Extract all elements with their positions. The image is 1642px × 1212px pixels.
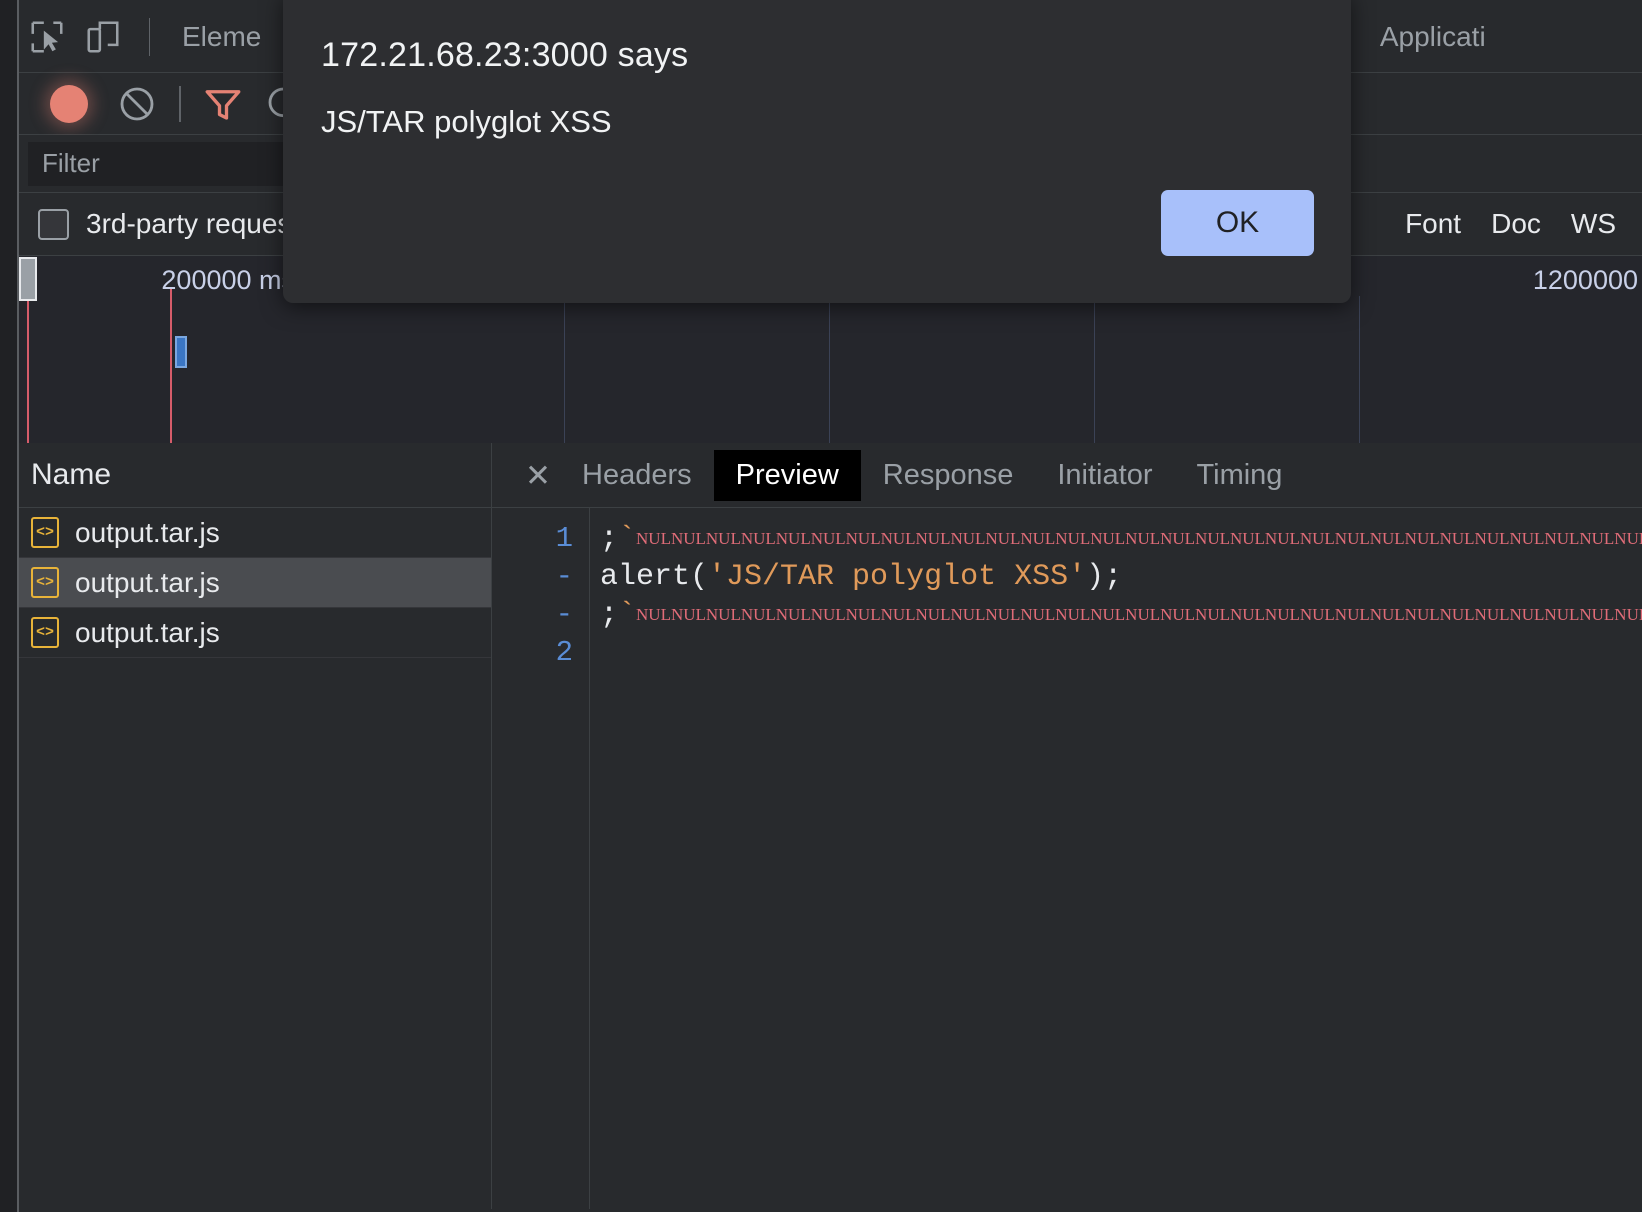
overview-gridline [564, 296, 565, 443]
overview-gridline [1359, 296, 1360, 443]
code-token-plain: alert( [600, 560, 709, 594]
tab-initiator[interactable]: Initiator [1035, 450, 1174, 501]
third-party-checkbox[interactable] [38, 208, 69, 240]
overview-gridline [1094, 296, 1095, 443]
alert-origin-text: 172.21.68.23:3000 says [321, 36, 689, 74]
clear-icon [120, 87, 154, 120]
panel-tab-application[interactable]: Applicati [1380, 21, 1486, 53]
code-token-str: 'JS/TAR polyglot XSS' [708, 560, 1087, 594]
type-filter-doc[interactable]: Doc [1491, 208, 1541, 240]
column-header-name: Name [31, 458, 112, 491]
table-row[interactable]: <> output.tar.js [19, 508, 491, 558]
line-number: - [555, 598, 573, 631]
code-line: ;`NULNULNULNULNULNULNULNULNULNULNULNULNU… [600, 596, 1642, 634]
tab-preview[interactable]: Preview [713, 449, 861, 501]
overview-time-label-right: 1200000 [1532, 265, 1638, 295]
overview-event-line [170, 289, 172, 443]
third-party-label: 3rd-party reques [86, 208, 292, 239]
code-token-plain: ; [600, 598, 619, 632]
clear-button[interactable] [109, 76, 165, 132]
left-edge-strip [0, 0, 19, 1212]
filter-button[interactable] [195, 76, 251, 132]
javascript-alert-dialog: 172.21.68.23:3000 says JS/TAR polyglot X… [283, 0, 1351, 303]
line-number: 1 [555, 522, 573, 555]
overview-event-line [27, 289, 29, 443]
ok-button[interactable]: OK [1161, 190, 1314, 256]
filter-funnel-icon [205, 89, 241, 120]
code-line: ;`NULNULNULNULNULNULNULNULNULNULNULNULNU… [600, 520, 1642, 558]
request-name: output.tar.js [75, 616, 220, 648]
overview-gridline [829, 296, 830, 443]
tab-timing[interactable]: Timing [1174, 450, 1304, 501]
alert-message-text: JS/TAR polyglot XSS [321, 104, 612, 139]
toolbar-separator [149, 18, 150, 56]
code-token-tick: ` [618, 598, 637, 632]
inspect-element-icon[interactable] [19, 9, 75, 65]
table-row[interactable]: <> output.tar.js [19, 558, 491, 608]
filter-input[interactable] [28, 141, 290, 186]
overview-request-bar [175, 336, 187, 368]
js-file-icon: <> [31, 617, 59, 648]
detail-tab-bar: ✕ Headers Preview Response Initiator Tim… [492, 443, 1642, 508]
panel-tab-elements[interactable]: Eleme [182, 21, 261, 53]
record-icon [50, 84, 88, 123]
table-row[interactable]: <> output.tar.js [19, 608, 491, 658]
devtools-window: Eleme nory Applicati [0, 0, 1642, 1212]
code-content: ;`NULNULNULNULNULNULNULNULNULNULNULNULNU… [590, 508, 1642, 1209]
type-filter-ws[interactable]: WS [1571, 208, 1616, 240]
line-number: 2 [555, 636, 573, 669]
code-token-tick: ` [618, 522, 637, 556]
code-line: alert('JS/TAR polyglot XSS'); [600, 558, 1642, 596]
device-toolbar-icon[interactable] [75, 9, 131, 65]
request-detail-pane: ✕ Headers Preview Response Initiator Tim… [492, 443, 1642, 1209]
line-number: - [555, 560, 573, 593]
preview-code-viewer[interactable]: 1 - - 2 ;`NULNULNULNULNULNULNULNULNULNUL… [492, 508, 1642, 1209]
code-token-plain: ; [600, 522, 619, 556]
js-file-icon: <> [31, 567, 59, 598]
line-number-gutter: 1 - - 2 [492, 508, 590, 1209]
resource-type-filters: Font Doc WS [1405, 208, 1642, 240]
type-filter-font[interactable]: Font [1405, 208, 1461, 240]
close-icon[interactable]: ✕ [516, 460, 560, 491]
tab-response[interactable]: Response [861, 450, 1036, 501]
code-token-nul: NULNULNULNULNULNULNULNULNULNULNULNULNULN… [636, 605, 1642, 624]
network-lower-split: Name <> output.tar.js <> output.tar.js <… [19, 443, 1642, 1209]
js-file-icon: <> [31, 517, 59, 548]
request-list-pane: Name <> output.tar.js <> output.tar.js <… [19, 443, 492, 1209]
code-token-nul: NULNULNULNULNULNULNULNULNULNULNULNULNULN… [636, 529, 1642, 548]
request-list-header: Name [19, 443, 491, 508]
overview-time-label-left: 200000 ms [161, 265, 295, 295]
request-name: output.tar.js [75, 516, 220, 548]
request-name: output.tar.js [75, 566, 220, 598]
record-button[interactable] [41, 76, 97, 132]
tab-headers[interactable]: Headers [560, 450, 714, 501]
code-token-plain: ); [1086, 560, 1123, 594]
network-toolbar-separator [179, 85, 181, 122]
